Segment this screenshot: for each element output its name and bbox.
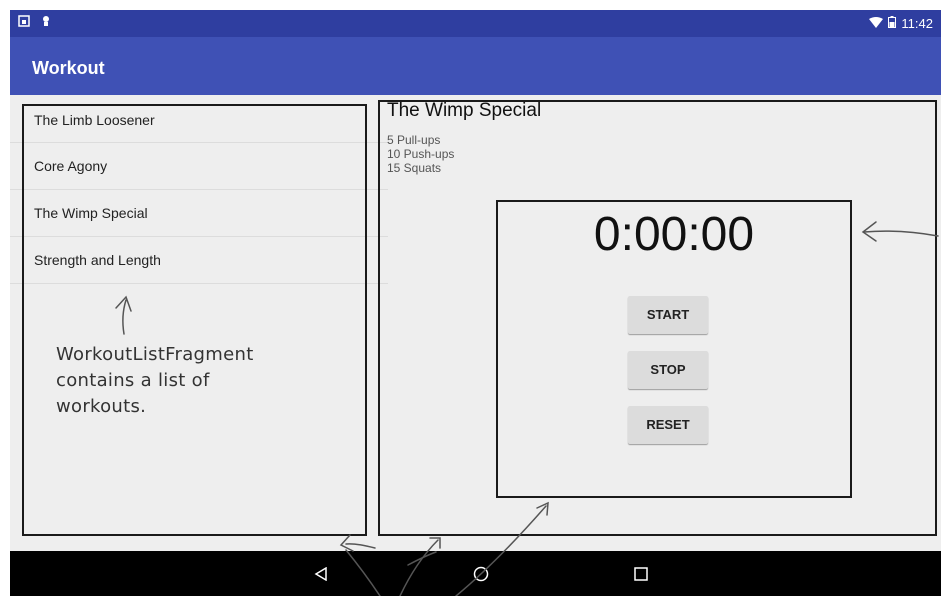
- workout-title: The Wimp Special: [387, 100, 542, 121]
- reset-button[interactable]: RESET: [628, 406, 708, 444]
- battery-icon: [888, 16, 897, 31]
- navigation-bar: [10, 551, 941, 596]
- recents-icon[interactable]: [626, 551, 656, 596]
- annotation-line: workouts.: [56, 396, 147, 417]
- notification-icon: [18, 15, 34, 30]
- list-fragment-outline: [22, 104, 367, 536]
- status-bar: 11:42: [10, 10, 941, 37]
- wifi-icon: [869, 16, 884, 31]
- workout-description-line: 10 Push-ups: [387, 147, 455, 161]
- stop-button[interactable]: STOP: [628, 351, 708, 389]
- tablet-screen: 11:42 Workout The Limb Loosener Core Ago…: [10, 10, 941, 596]
- workout-description-line: 15 Squats: [387, 161, 442, 175]
- app-title: Workout: [32, 58, 105, 78]
- status-left-icons: [18, 15, 52, 30]
- content-area: The Limb Loosener Core Agony The Wimp Sp…: [10, 95, 941, 551]
- status-right: 11:42: [869, 16, 933, 31]
- annotation-line: WorkoutListFragment: [56, 344, 254, 365]
- workout-description-line: 5 Pull-ups: [387, 133, 441, 147]
- back-icon[interactable]: [306, 551, 336, 596]
- annotation-note: WorkoutListFragment contains a list of w…: [56, 342, 254, 420]
- home-icon[interactable]: [466, 551, 496, 596]
- android-debug-icon: [40, 15, 52, 30]
- app-bar: Workout: [10, 37, 941, 95]
- annotation-line: contains a list of: [56, 370, 210, 391]
- start-button[interactable]: START: [628, 296, 708, 334]
- status-time: 11:42: [901, 16, 933, 31]
- stopwatch-time: 0:00:00: [593, 208, 755, 261]
